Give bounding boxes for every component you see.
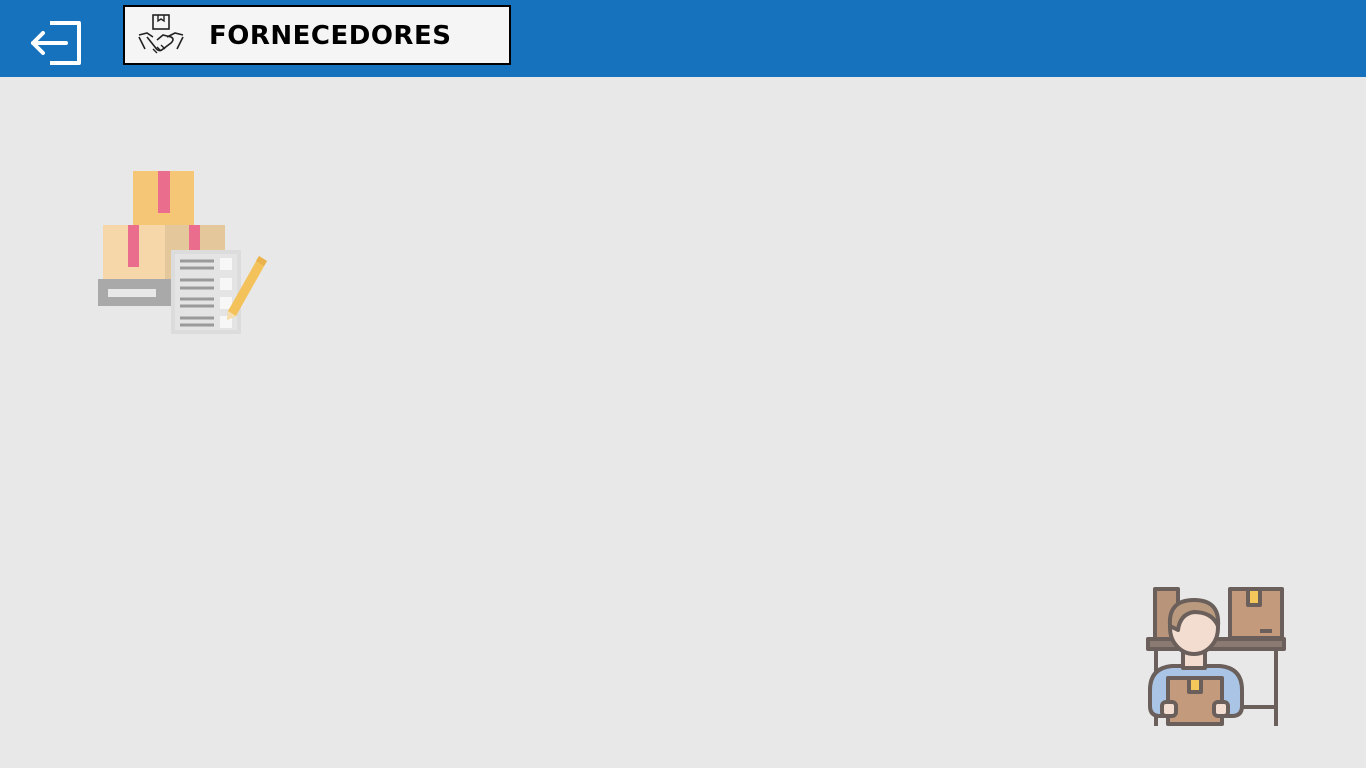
back-exit-button[interactable] (28, 18, 84, 68)
logout-arrow-icon (31, 21, 81, 65)
handshake-box-icon (138, 14, 184, 54)
boxes-checklist-icon (98, 171, 267, 334)
warehouse-worker-icon (1146, 587, 1286, 726)
top-header-bar: FORNECEDORES (0, 0, 1366, 77)
page-title-box: FORNECEDORES (123, 5, 511, 65)
page-title: FORNECEDORES (209, 21, 452, 51)
